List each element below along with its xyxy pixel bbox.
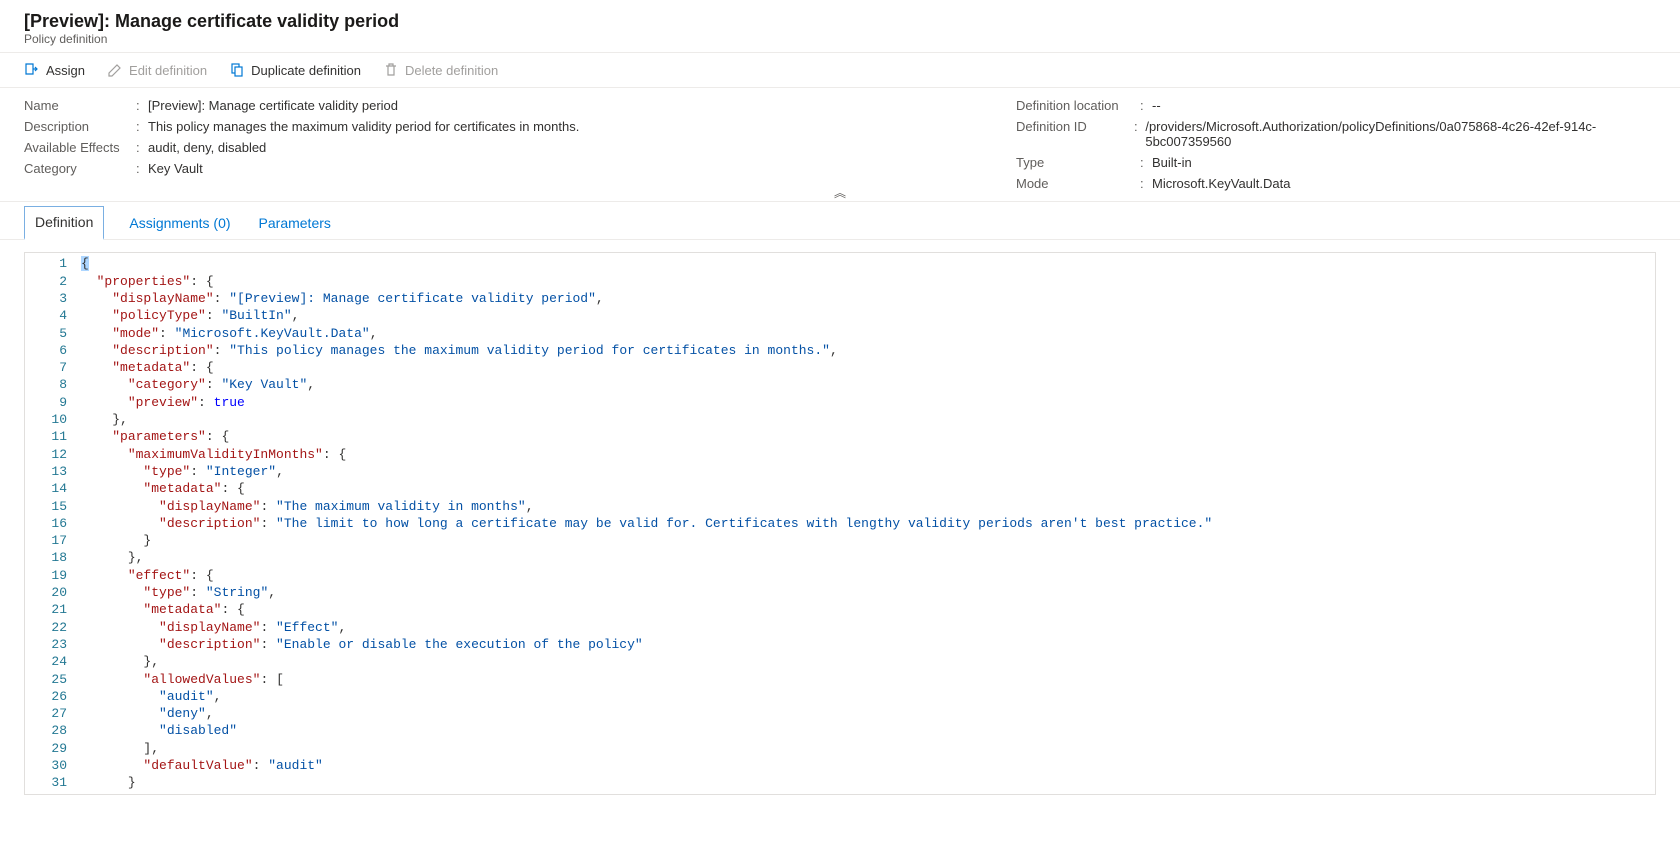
- pencil-icon: [107, 62, 123, 78]
- category-label: Category: [24, 161, 136, 176]
- category-value: Key Vault: [148, 161, 203, 176]
- essentials-panel: Name : [Preview]: Manage certificate val…: [0, 88, 1680, 202]
- location-label: Definition location: [1016, 98, 1140, 113]
- copy-icon: [229, 62, 245, 78]
- type-label: Type: [1016, 155, 1140, 170]
- line-gutter: 1234567891011121314151617181920212223242…: [25, 253, 81, 793]
- name-value: [Preview]: Manage certificate validity p…: [148, 98, 398, 113]
- delete-label: Delete definition: [405, 63, 498, 78]
- description-value: This policy manages the maximum validity…: [148, 119, 579, 134]
- code-content[interactable]: { "properties": { "displayName": "[Previ…: [81, 253, 1655, 793]
- mode-label: Mode: [1016, 176, 1140, 191]
- page-header: [Preview]: Manage certificate validity p…: [0, 0, 1680, 53]
- page-subtitle: Policy definition: [24, 32, 1656, 46]
- edit-label: Edit definition: [129, 63, 207, 78]
- type-value: Built-in: [1152, 155, 1192, 170]
- duplicate-definition-button[interactable]: Duplicate definition: [229, 62, 361, 78]
- id-value: /providers/Microsoft.Authorization/polic…: [1145, 119, 1656, 149]
- assign-label: Assign: [46, 63, 85, 78]
- name-label: Name: [24, 98, 136, 113]
- effects-label: Available Effects: [24, 140, 136, 155]
- mode-value: Microsoft.KeyVault.Data: [1152, 176, 1290, 191]
- tab-definition[interactable]: Definition: [24, 206, 104, 240]
- delete-definition-button: Delete definition: [383, 62, 498, 78]
- duplicate-label: Duplicate definition: [251, 63, 361, 78]
- assign-button[interactable]: Assign: [24, 62, 85, 78]
- assign-icon: [24, 62, 40, 78]
- tab-assignments[interactable]: Assignments (0): [126, 206, 233, 239]
- command-bar: Assign Edit definition Duplicate definit…: [0, 53, 1680, 88]
- edit-definition-button: Edit definition: [107, 62, 207, 78]
- location-value: --: [1152, 98, 1161, 113]
- collapse-essentials-icon[interactable]: ︽: [830, 182, 850, 203]
- tab-parameters[interactable]: Parameters: [256, 206, 334, 239]
- trash-icon: [383, 62, 399, 78]
- description-label: Description: [24, 119, 136, 134]
- effects-value: audit, deny, disabled: [148, 140, 266, 155]
- page-title: [Preview]: Manage certificate validity p…: [24, 10, 1656, 33]
- id-label: Definition ID: [1016, 119, 1134, 149]
- json-editor[interactable]: 1234567891011121314151617181920212223242…: [24, 252, 1656, 794]
- tabset: Definition Assignments (0) Parameters: [0, 202, 1680, 240]
